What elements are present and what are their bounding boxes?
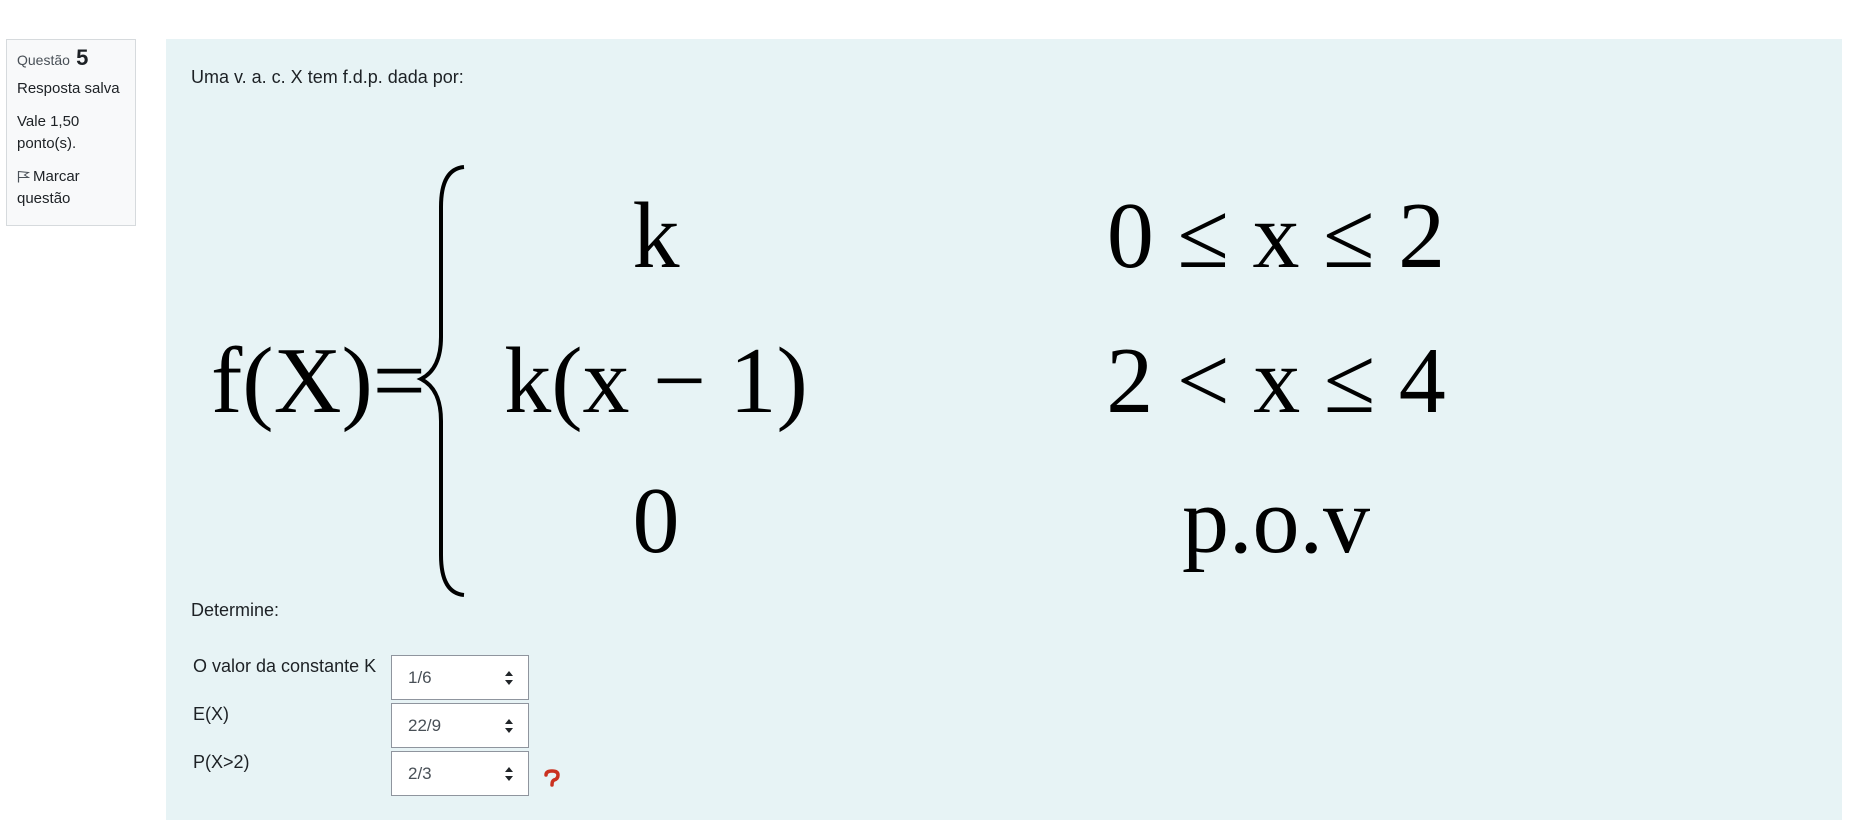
formula-lhs: f(X)= xyxy=(211,329,426,433)
case-2-expr: k(x − 1) xyxy=(504,329,808,433)
subquestion-2-selected: 22/9 xyxy=(408,716,442,735)
subquestion-1-label: O valor da constante K xyxy=(193,656,377,676)
subquestion-1-selected: 1/6 xyxy=(408,668,432,687)
question-info-panel: Questão 5 Resposta salva Vale 1,50 ponto… xyxy=(6,39,136,226)
subquestion-3-label: P(X>2) xyxy=(193,752,250,772)
subquestion-1-select[interactable]: 1/6 xyxy=(391,655,529,700)
question-number-value: 5 xyxy=(76,45,89,70)
subquestion-2-label: E(X) xyxy=(193,704,229,724)
incorrect-icon xyxy=(544,769,560,787)
question-content: Uma v. a. c. X tem f.d.p. dada por: f(X)… xyxy=(166,39,1842,820)
sort-arrows-icon xyxy=(505,767,513,781)
question-number-label: Questão xyxy=(17,52,70,68)
case-3-cond: p.o.v xyxy=(1182,469,1370,573)
pdf-formula: f(X)= k k(x − 1) 0 0 ≤ x ≤ 2 2 < x ≤ 4 p… xyxy=(211,165,1446,597)
sort-arrows-icon xyxy=(505,719,513,733)
subquestion-3-select[interactable]: 2/3 xyxy=(391,751,529,796)
sort-arrows-icon xyxy=(505,671,513,685)
flag-icon xyxy=(17,171,31,183)
question-page: Questão 5 Resposta salva Vale 1,50 ponto… xyxy=(0,0,1859,827)
determine-label: Determine: xyxy=(191,600,280,620)
subquestion-2-select[interactable]: 22/9 xyxy=(391,703,529,748)
case-3-expr: 0 xyxy=(633,469,680,573)
question-number: Questão 5 xyxy=(17,47,125,72)
question-grade: Vale 1,50 ponto(s). xyxy=(17,113,80,152)
case-2-cond: 2 < x ≤ 4 xyxy=(1106,329,1446,433)
question-state: Resposta salva xyxy=(17,80,120,97)
case-1-cond: 0 ≤ x ≤ 2 xyxy=(1107,184,1445,288)
case-1-expr: k xyxy=(633,184,680,288)
flag-question-link[interactable]: Marcar questão xyxy=(17,166,125,210)
question-intro: Uma v. a. c. X tem f.d.p. dada por: xyxy=(191,67,464,87)
pdf-formula-image: f(X)= k k(x − 1) 0 0 ≤ x ≤ 2 2 < x ≤ 4 p… xyxy=(191,157,1691,617)
subquestion-3-selected: 2/3 xyxy=(408,764,432,783)
formula-brace xyxy=(416,165,465,597)
